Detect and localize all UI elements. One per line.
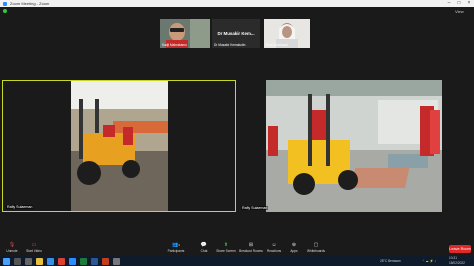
chrome-icon[interactable] [58, 257, 65, 265]
microphone-muted-icon: 🎙 [8, 242, 16, 248]
camera-off-icon: ▭ [31, 242, 37, 248]
share-screen-button[interactable]: ⬆ Share Screen [214, 242, 238, 255]
video-feed-2 [238, 80, 472, 212]
window-title: Zoom Meeting - Zoom [10, 1, 50, 6]
apps-button[interactable]: ⊕ Apps [282, 242, 306, 255]
word-icon[interactable] [91, 257, 98, 265]
participant-name: Kadji Mahrakamu [162, 43, 187, 47]
chat-button[interactable]: 💬 Chat [192, 242, 216, 255]
clock[interactable]: 10:31 18/02/2022 [449, 256, 465, 266]
participant-thumb-2[interactable]: Dr Musakir Kem... Dr Musakir Kemaludin [212, 19, 260, 48]
maximize-icon[interactable]: □ [454, 0, 464, 7]
chat-icon: 💬 [200, 242, 208, 248]
security-shield-icon[interactable] [3, 9, 7, 13]
start-video-button[interactable]: ▭ Start Video [22, 242, 46, 255]
video-tile-2[interactable]: Rafly Sulaeman [238, 80, 472, 212]
whiteboard-icon: ▢ [313, 242, 319, 248]
breakout-rooms-icon: ⊞ [248, 242, 254, 248]
participant-count: 4 [178, 243, 180, 247]
tray-icons[interactable]: ⌃ ☁ ⚡ ♪ [422, 256, 436, 266]
video-feed-1 [3, 81, 235, 211]
apps-icon: ⊕ [291, 242, 297, 248]
participant-thumb-3[interactable]: Dora Novitasari [264, 19, 310, 48]
search-icon[interactable] [14, 257, 21, 265]
participant-name: Dora Novitasari [266, 43, 288, 47]
excel-icon[interactable] [80, 257, 87, 265]
tile-name-label: Rafly Sulaeman [6, 205, 34, 209]
participant-thumb-1[interactable]: Kadji Mahrakamu [160, 19, 210, 48]
share-screen-icon: ⬆ [223, 242, 229, 248]
clock-date: 18/02/2022 [449, 261, 465, 265]
zoom-taskbar-icon[interactable] [69, 257, 76, 265]
windows-taskbar: 28°C Berawan ⌃ ☁ ⚡ ♪ 10:31 18/02/2022 [0, 256, 474, 266]
participant-name: Dr Musakir Kemaludin [214, 43, 246, 47]
video-tile-active-speaker[interactable]: Rafly Sulaeman [2, 80, 236, 212]
app-icon[interactable] [113, 257, 120, 265]
weather-widget[interactable]: 28°C Berawan [380, 256, 401, 266]
task-view-icon[interactable] [25, 257, 32, 265]
title-bar: Zoom Meeting - Zoom – □ × [0, 0, 474, 7]
windows-start-icon[interactable] [3, 257, 10, 265]
edge-icon[interactable] [47, 257, 54, 265]
minimize-icon[interactable]: – [444, 0, 454, 7]
view-button[interactable]: View [455, 9, 464, 14]
participant-display-name: Dr Musakir Kem... [217, 31, 255, 36]
powerpoint-icon[interactable] [102, 257, 109, 265]
participants-icon: 👥4 [172, 242, 180, 248]
close-icon[interactable]: × [464, 0, 474, 7]
file-explorer-icon[interactable] [36, 257, 43, 265]
unmute-button[interactable]: 🎙 Unmute [0, 242, 24, 255]
whiteboards-button[interactable]: ▢ Whiteboards [304, 242, 328, 255]
zoom-app-icon [3, 1, 7, 6]
tile-name-label: Rafly Sulaeman [241, 206, 269, 210]
meeting-toolbar: 🎙 Unmute ▭ Start Video 👥4 Participants 💬… [0, 240, 474, 256]
breakout-rooms-button[interactable]: ⊞ Breakout Rooms [239, 242, 263, 255]
participants-button[interactable]: 👥4 Participants [164, 242, 188, 255]
leave-room-button[interactable]: Leave Room [449, 245, 471, 253]
